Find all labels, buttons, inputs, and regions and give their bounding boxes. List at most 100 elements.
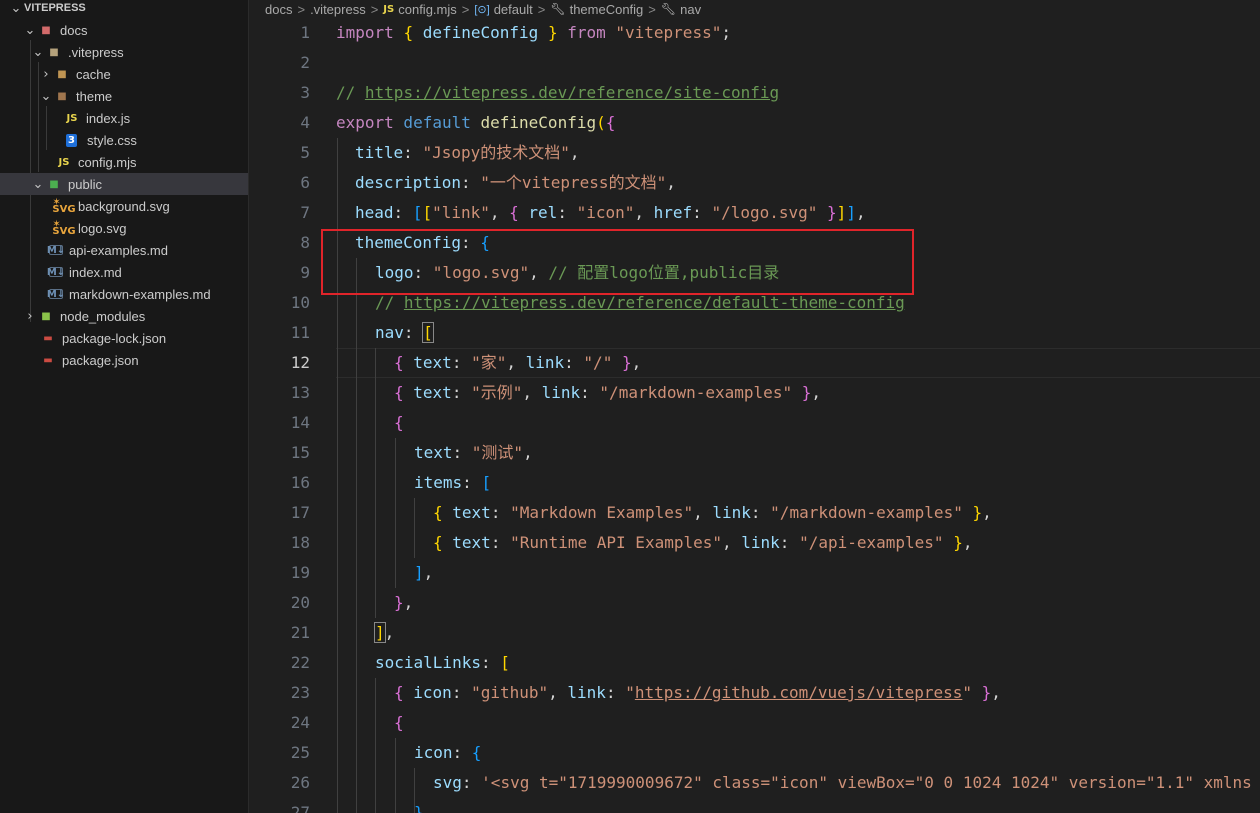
token: , [631,353,642,372]
token: [ [422,322,434,343]
tree-item-label: .vitepress [68,44,124,60]
token: : [451,683,472,702]
token: defineConfig [413,23,548,42]
token: { [394,713,404,732]
tree-item-logo-svg[interactable]: ✶ SVG logo.svg [0,217,248,239]
comment-link[interactable]: https://vitepress.dev/reference/default-… [404,293,905,312]
chevron-down-icon[interactable]: ⌄ [8,0,24,16]
token: ] [414,563,424,582]
comment-link[interactable]: https://vitepress.dev/reference/site-con… [365,83,779,102]
breadcrumb-separator: > [648,1,656,17]
token: } [612,353,632,372]
breadcrumb-item-default[interactable]: default [494,2,533,17]
token: , [569,143,580,162]
tree-item-api-examples-md[interactable]: M↓ api-examples.md [0,239,248,261]
token: svg [433,773,462,792]
code-line: { text: "家", link: "/" }, [394,348,641,378]
token: "Runtime API Examples" [510,533,722,552]
token: ( [596,113,606,132]
token: , [634,203,654,222]
chevron-right-icon[interactable]: › [22,308,38,324]
chevron-down-icon[interactable]: ⌄ [38,88,54,104]
tree-item-label: public [68,176,102,192]
token: ; [721,23,731,42]
tree-item-vitepress[interactable]: ⌄ ■ .vitepress [0,41,248,63]
token: description [355,173,461,192]
tree-item-index-md[interactable]: M↓ index.md [0,261,248,283]
code-line: ], [374,618,395,648]
token: "/logo.svg" [711,203,818,222]
tree-item-cache[interactable]: › ■ cache [0,63,248,85]
code-line: ], [414,558,433,588]
tree-item-public[interactable]: ⌄ ■ public [0,173,248,195]
tree-item-label: package-lock.json [62,330,167,346]
chevron-down-icon[interactable]: ⌄ [30,176,46,192]
tree-item-label: index.md [69,264,122,280]
token: "link" [432,203,490,222]
breadcrumb-item-vitepress[interactable]: .vitepress [310,2,366,17]
tree-item-docs[interactable]: ⌄ ■ docs [0,19,248,41]
line-number: 2 [300,53,310,72]
tree-item-package-json[interactable]: ▬ package.json [0,349,248,371]
token: , [811,383,821,402]
code-line: items: [ [414,468,491,498]
chevron-down-icon[interactable]: ⌄ [30,44,46,60]
token: , [548,683,568,702]
json-file-icon: ▬ [43,354,53,366]
token: { [394,353,404,372]
line-number: 14 [290,413,310,432]
breadcrumb-item-docs[interactable]: docs [265,2,292,17]
tree-item-markdown-examples-md[interactable]: M↓ markdown-examples.md [0,283,248,305]
token: '<svg t="1719990009672" class="icon" vie… [481,773,1252,792]
string-link[interactable]: https://github.com/vuejs/vitepress [635,683,963,702]
code-line: { text: "Runtime API Examples", link: "/… [433,528,972,558]
json-file-icon: ▬ [43,332,53,344]
token: ] [836,203,847,222]
token: "vitepress" [615,23,722,42]
tree-item-theme[interactable]: ⌄ ■ theme [0,85,248,107]
token: head [355,203,394,222]
folder-docs-icon: ■ [41,24,51,36]
token: "github" [471,683,549,702]
breadcrumb-item-nav[interactable]: nav [680,2,701,17]
chevron-down-icon[interactable]: ⌄ [22,22,38,38]
js-file-icon: JS [58,156,70,168]
chevron-right-icon[interactable]: › [38,66,54,82]
tree-item-style-css[interactable]: 3 style.css [0,129,248,151]
tree-item-config-mjs[interactable]: JS config.mjs [0,151,248,173]
line-number: 23 [290,683,310,702]
token: { [433,503,443,522]
indent-guide [414,498,415,558]
code-editor[interactable]: docs > .vitepress > JS config.mjs > [⊙] … [250,0,1260,813]
code-line: svg: '<svg t="1719990009672" class="icon… [433,768,1252,798]
breadcrumb-separator: > [370,1,379,17]
tree-item-index-js[interactable]: JS index.js [0,107,248,129]
token: [ [500,653,510,672]
tree-item-package-lock-json[interactable]: ▬ package-lock.json [0,327,248,349]
token: } [972,683,992,702]
token: "Jsopy的技术文档" [422,143,570,162]
token: "/api-examples" [799,533,944,552]
token: text [414,443,453,462]
code-line: export default defineConfig({ [336,108,615,138]
tree-item-node-modules[interactable]: › ■ node_modules [0,305,248,327]
breadcrumb-item-themeconfig[interactable]: themeConfig [570,2,644,17]
token: , [384,623,395,642]
svg-file-icon: ✶ SVG [52,219,76,237]
token: , [506,353,526,372]
tree-item-label: api-examples.md [69,242,168,258]
token: : [403,323,424,342]
breadcrumb-item-config[interactable]: config.mjs [398,2,457,17]
token: : [490,503,511,522]
tree-item-background-svg[interactable]: ✶ SVG background.svg [0,195,248,217]
breadcrumb-separator: > [297,1,306,17]
line-number: 21 [290,623,310,642]
line-number: 22 [290,653,310,672]
token: " [962,683,972,702]
line-number: 11 [290,323,310,342]
svg-file-icon: ✶ SVG [52,197,76,215]
folder-icon: ■ [57,68,67,80]
token: : [779,533,800,552]
explorer-root-header[interactable]: ⌄ VITEPRESS [0,0,248,19]
token: , [489,203,510,222]
